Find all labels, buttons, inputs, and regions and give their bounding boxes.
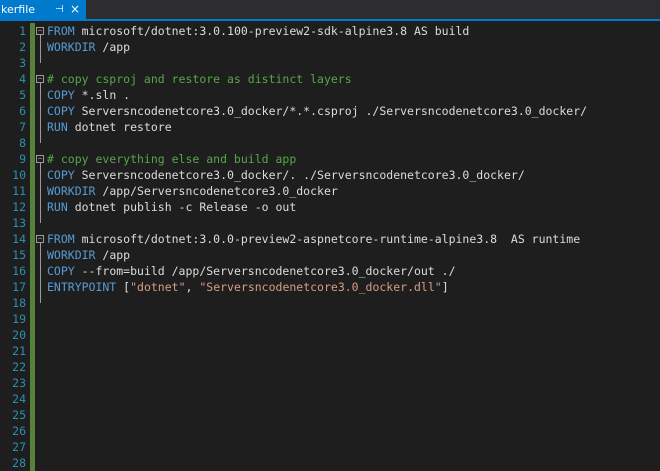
text-token: --from=build /app/Serversncodenetcore3.0… xyxy=(74,264,456,278)
keyword-token: WORKDIR xyxy=(47,184,96,198)
line-number: 13 xyxy=(12,216,26,230)
keyword-token: RUN xyxy=(47,200,68,214)
text-token: [ xyxy=(116,280,131,294)
text-token: /app/Serversncodenetcore3.0_docker xyxy=(95,184,338,198)
code-line[interactable]: ENTRYPOINT ["dotnet", "Serversncodenetco… xyxy=(47,279,449,295)
line-number-gutter: 1 2 3 4 5 6 7 8 9 10 11 12 13 14 15 16 17 18 19 20 21 22 23 24 2… xyxy=(0,21,28,470)
code-line[interactable]: RUN dotnet publish -c Release -o out xyxy=(47,199,296,215)
collapse-icon[interactable]: − xyxy=(36,27,44,35)
line-number: 6 xyxy=(19,104,26,118)
line-number: 14 xyxy=(12,232,26,246)
text-token: Serversncodenetcore3.0_docker/. ./Server… xyxy=(74,168,525,182)
line-number: 8 xyxy=(19,136,26,150)
text-token: /app xyxy=(95,248,131,262)
fold-guide-line xyxy=(40,83,41,143)
fold-guide-line xyxy=(40,243,41,303)
change-indicator-bar xyxy=(30,23,35,471)
text-token: *.sln . xyxy=(74,88,131,102)
code-line[interactable]: COPY *.sln . xyxy=(47,87,130,103)
line-number: 12 xyxy=(12,200,26,214)
document-tab-bar: kerfile ⊣ × xyxy=(0,0,660,21)
line-number: 23 xyxy=(12,376,26,390)
line-number: 20 xyxy=(12,328,26,342)
comment-token: # copy csproj and restore as distinct la… xyxy=(47,72,352,86)
comment-token: # copy everything else and build app xyxy=(47,152,297,166)
line-number: 25 xyxy=(12,408,26,422)
code-line[interactable]: COPY Serversncodenetcore3.0_docker/*.*.c… xyxy=(47,103,587,119)
line-number: 9 xyxy=(19,152,26,166)
collapse-icon[interactable]: − xyxy=(36,75,44,83)
line-number: 19 xyxy=(12,312,26,326)
line-number: 17 xyxy=(12,280,26,294)
string-token: "Serversncodenetcore3.0_docker.dll" xyxy=(199,280,442,294)
tab-dockerfile[interactable]: kerfile ⊣ × xyxy=(0,0,86,19)
line-number: 1 xyxy=(19,24,26,38)
text-token: microsoft/dotnet:3.0.100-preview2-sdk-al… xyxy=(74,24,470,38)
code-line[interactable]: WORKDIR /app/Serversncodenetcore3.0_dock… xyxy=(47,183,338,199)
line-number: 15 xyxy=(12,248,26,262)
keyword-token: RUN xyxy=(47,120,68,134)
string-token: "dotnet" xyxy=(130,280,186,294)
line-number: 24 xyxy=(12,392,26,406)
code-line[interactable]: # copy everything else and build app xyxy=(47,151,296,167)
fold-guide-line xyxy=(40,35,41,63)
keyword-token: COPY xyxy=(47,88,75,102)
line-number: 7 xyxy=(19,120,26,134)
text-token: microsoft/dotnet:3.0.0-preview2-aspnetco… xyxy=(74,232,581,246)
keyword-token: WORKDIR xyxy=(47,40,96,54)
line-number: 4 xyxy=(19,72,26,86)
code-line[interactable]: COPY Serversncodenetcore3.0_docker/. ./S… xyxy=(47,167,525,183)
line-number: 21 xyxy=(12,344,26,358)
text-token: , xyxy=(185,280,200,294)
text-token: ] xyxy=(441,280,449,294)
line-number: 10 xyxy=(12,168,26,182)
line-number: 18 xyxy=(12,296,26,310)
line-number: 2 xyxy=(19,40,26,54)
keyword-token: COPY xyxy=(47,264,75,278)
close-icon[interactable]: × xyxy=(70,0,80,19)
code-line[interactable]: COPY --from=build /app/Serversncodenetco… xyxy=(47,263,456,279)
line-number: 3 xyxy=(19,56,26,70)
fold-guide-line xyxy=(40,163,41,223)
keyword-token: FROM xyxy=(47,232,75,246)
keyword-token: COPY xyxy=(47,104,75,118)
line-number: 22 xyxy=(12,360,26,374)
keyword-token: ENTRYPOINT xyxy=(47,280,117,294)
collapse-icon[interactable]: − xyxy=(36,235,44,243)
text-token: /app xyxy=(95,40,131,54)
keyword-token: WORKDIR xyxy=(47,248,96,262)
text-token: Serversncodenetcore3.0_docker/*.*.csproj… xyxy=(74,104,588,118)
keyword-token: COPY xyxy=(47,168,75,182)
line-number: 27 xyxy=(12,440,26,454)
code-line[interactable]: WORKDIR /app xyxy=(47,247,130,263)
line-number: 26 xyxy=(12,424,26,438)
pin-icon[interactable]: ⊣ xyxy=(55,0,64,19)
line-number: 16 xyxy=(12,264,26,278)
text-token: dotnet restore xyxy=(67,120,172,134)
text-token: dotnet publish -c Release -o out xyxy=(67,200,297,214)
code-editor[interactable]: 1 2 3 4 5 6 7 8 9 10 11 12 13 14 15 16 17 18 19 20 21 22 23 24 2… xyxy=(0,21,660,471)
code-line[interactable]: FROM microsoft/dotnet:3.0.0-preview2-asp… xyxy=(47,231,580,247)
keyword-token: FROM xyxy=(47,24,75,38)
code-line[interactable]: WORKDIR /app xyxy=(47,39,130,55)
code-line[interactable]: # copy csproj and restore as distinct la… xyxy=(47,71,352,87)
collapse-icon[interactable]: − xyxy=(36,155,44,163)
tab-title: kerfile xyxy=(1,3,36,16)
line-number: 11 xyxy=(12,184,26,198)
code-line[interactable]: RUN dotnet restore xyxy=(47,119,172,135)
line-number: 5 xyxy=(19,88,26,102)
code-line[interactable]: FROM microsoft/dotnet:3.0.100-preview2-s… xyxy=(47,23,469,39)
line-number: 28 xyxy=(12,456,26,470)
